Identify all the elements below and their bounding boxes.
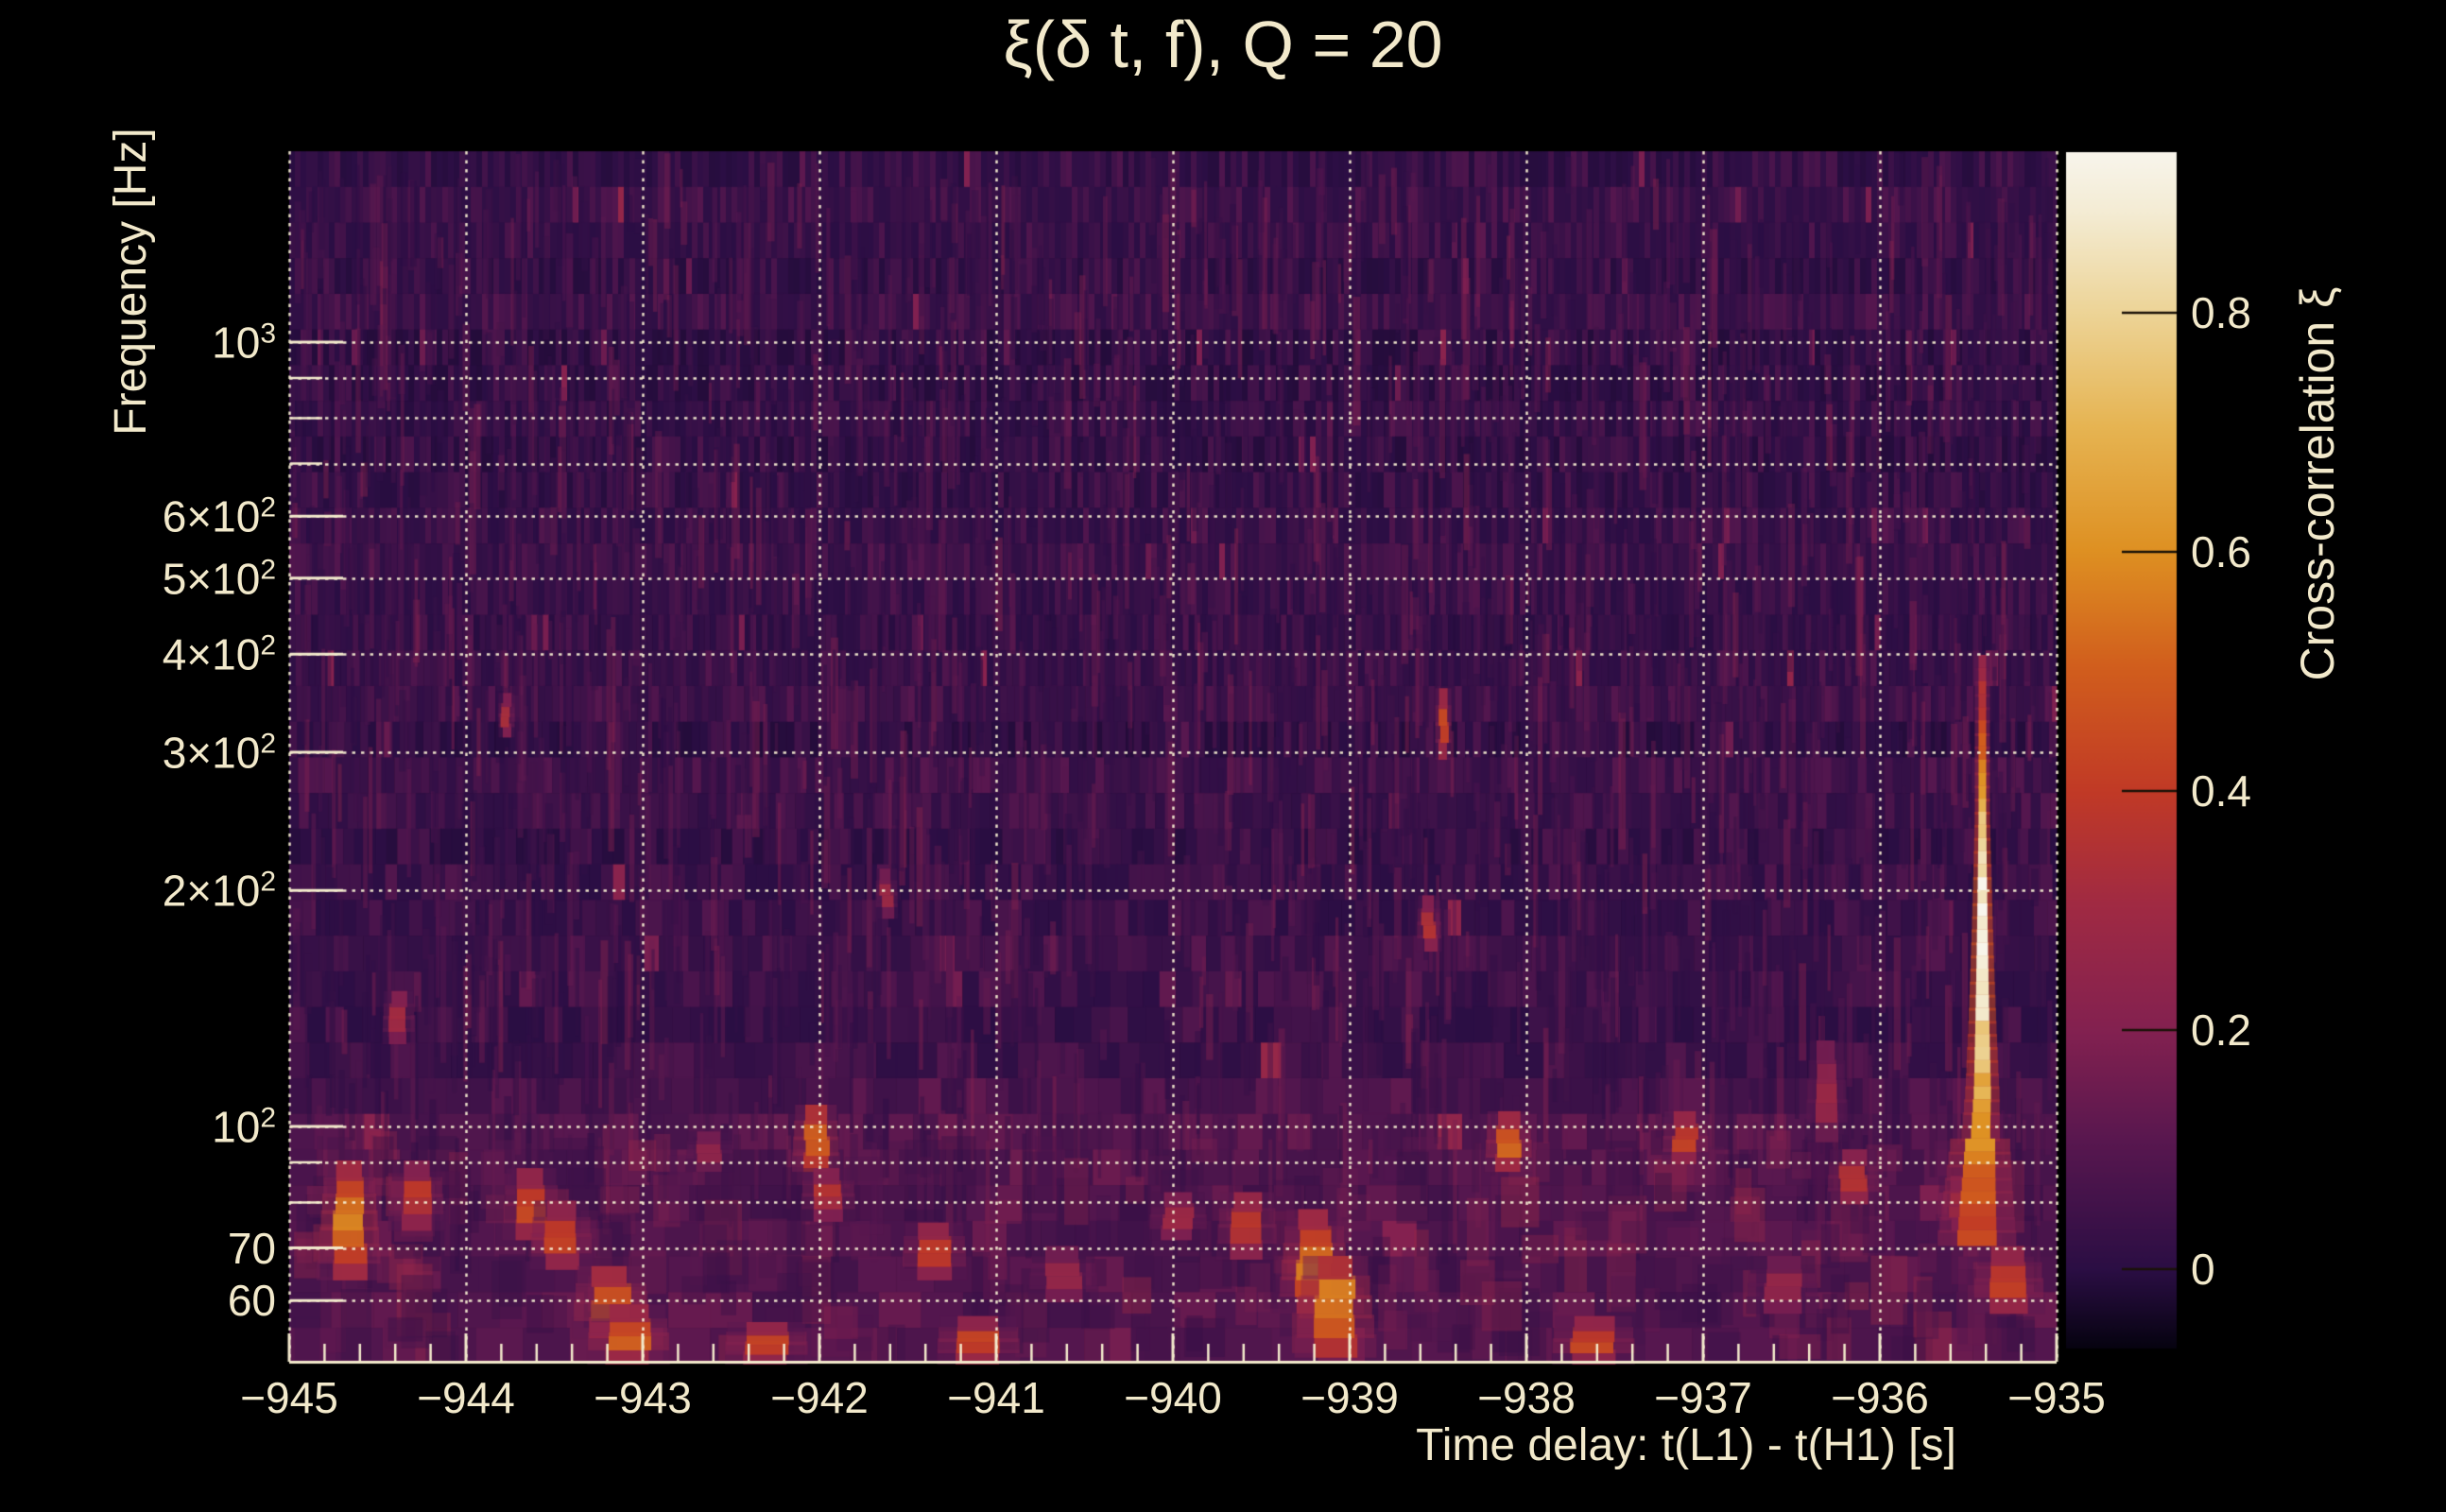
y-tick-label: 102 <box>212 1102 276 1152</box>
colorbar-title: Cross-correlation ξ <box>2291 286 2344 681</box>
x-tick-label: −941 <box>947 1373 1045 1422</box>
x-tick-label: −943 <box>594 1373 692 1422</box>
x-tick-label: −937 <box>1654 1373 1752 1422</box>
y-tick-label: 103 <box>212 318 276 368</box>
y-axis-title: Frequency [Hz] <box>106 128 156 436</box>
x-tick-label: −940 <box>1124 1373 1222 1422</box>
y-tick-label: 3×102 <box>162 728 276 778</box>
x-tick-label: −936 <box>1831 1373 1929 1422</box>
x-tick-label: −944 <box>417 1373 515 1422</box>
colorbar-tick-label: 0.8 <box>2191 288 2251 337</box>
y-tick-label: 5×102 <box>162 554 276 604</box>
y-tick-label: 60 <box>227 1276 276 1326</box>
colorbar-tick-label: 0.4 <box>2191 766 2251 816</box>
x-tick-label: −945 <box>240 1373 338 1422</box>
colorbar-tick-label: 0.6 <box>2191 527 2251 576</box>
x-axis-title: Time delay: t(L1) - t(H1) [s] <box>1416 1420 1956 1470</box>
x-tick-label: −938 <box>1477 1373 1576 1422</box>
y-tick-label: 6×102 <box>162 491 276 541</box>
cross-correlation-spectrogram-figure: ξ(δ t, f), Q = 20 Time delay: t(L1) - t(… <box>0 0 2446 1512</box>
y-tick-label: 70 <box>227 1223 276 1273</box>
colorbar-tick-label: 0 <box>2191 1245 2215 1294</box>
x-tick-label: −939 <box>1301 1373 1399 1422</box>
colorbar-tick-label: 0.2 <box>2191 1005 2251 1055</box>
x-tick-label: −935 <box>2007 1373 2106 1422</box>
x-tick-label: −942 <box>770 1373 869 1422</box>
heatmap-canvas <box>0 0 2446 1512</box>
chart-title: ξ(δ t, f), Q = 20 <box>1003 8 1443 81</box>
y-tick-label: 4×102 <box>162 629 276 679</box>
y-tick-label: 2×102 <box>162 866 276 916</box>
